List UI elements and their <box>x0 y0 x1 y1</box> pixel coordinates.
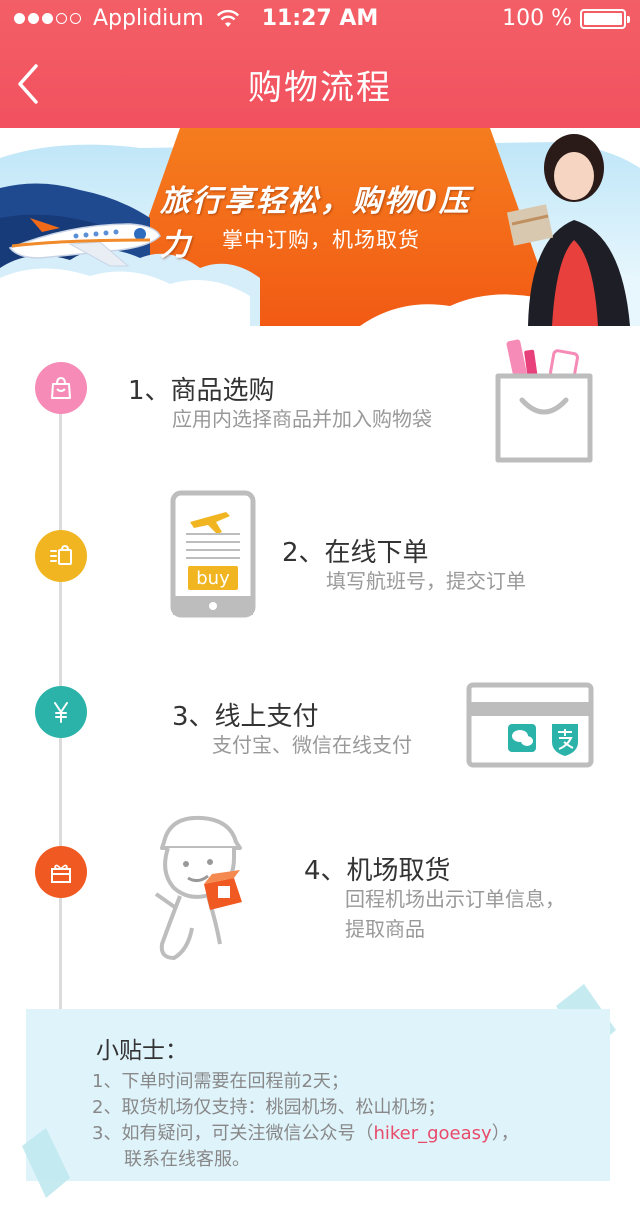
courier-mascot-illustration <box>154 815 242 960</box>
banner: 旅行享轻松，购物0压力 掌中订购，机场取货 <box>0 128 640 326</box>
wechat-account-id: hiker_goeasy <box>373 1123 492 1144</box>
step-4-desc-line-1: 回程机场出示订单信息， <box>345 887 565 911</box>
header: Applidium 11:27 AM 100 % 购物流程 <box>0 0 640 128</box>
shopping-bag-illustration <box>495 339 593 463</box>
battery-icon <box>580 8 630 29</box>
yuan-icon <box>54 702 68 723</box>
nav-bar: 购物流程 <box>0 40 640 128</box>
step-1-badge <box>35 362 87 414</box>
tip-item-3-cont: 联系在线客服。 <box>124 1149 250 1170</box>
step-2-badge <box>35 530 87 582</box>
tip-item-3-prefix: 3、如有疑问，可关注微信公众号（ <box>92 1123 374 1144</box>
tip-item-3: 3、如有疑问，可关注微信公众号（hiker_goeasy）， <box>92 1121 519 1147</box>
shopping-bag-icon <box>51 376 71 399</box>
step-4-desc: 回程机场出示订单信息， 提取商品 <box>345 884 565 944</box>
wechat-icon <box>508 724 536 752</box>
tips-list: 1、下单时间需要在回程前2天； 2、取货机场仅支持：桃园机场、松山机场； 3、如… <box>92 1069 519 1173</box>
tape-decoration-bottom <box>22 1128 70 1198</box>
tip-item-2: 2、取货机场仅支持：桃园机场、松山机场； <box>92 1097 446 1118</box>
step-1-desc: 应用内选择商品并加入购物袋 <box>172 407 432 431</box>
banner-subtitle: 掌中订购，机场取货 <box>222 228 420 252</box>
step-1-title: 1、商品选购 <box>128 376 275 406</box>
status-bar: Applidium 11:27 AM 100 % <box>0 0 640 40</box>
tips-card: 小贴士： 1、下单时间需要在回程前2天； 2、取货机场仅支持：桃园机场、松山机场… <box>26 1009 610 1181</box>
order-list-icon <box>50 544 72 565</box>
step-4-badge <box>35 846 87 898</box>
phone-buy-label: buy <box>196 568 230 589</box>
battery-percent: 100 % <box>502 6 572 31</box>
gift-icon <box>51 864 71 883</box>
step-2-desc: 填写航班号，提交订单 <box>326 569 526 593</box>
status-right: 100 % <box>502 6 630 31</box>
step-4-title: 4、机场取货 <box>304 856 451 886</box>
step-3-desc: 支付宝、微信在线支付 <box>212 733 412 757</box>
phone-illustration <box>170 490 256 618</box>
tip-item-3-suffix: ）， <box>491 1123 519 1144</box>
step-2-title: 2、在线下单 <box>282 538 429 568</box>
payment-card-illustration <box>466 682 594 768</box>
tips-title: 小贴士： <box>96 1038 188 1064</box>
step-3-badge <box>35 686 87 738</box>
tip-item-1: 1、下单时间需要在回程前2天； <box>92 1071 349 1092</box>
step-4-desc-line-2: 提取商品 <box>345 917 425 941</box>
step-3-title: 3、线上支付 <box>172 702 319 732</box>
page-title: 购物流程 <box>248 68 392 108</box>
